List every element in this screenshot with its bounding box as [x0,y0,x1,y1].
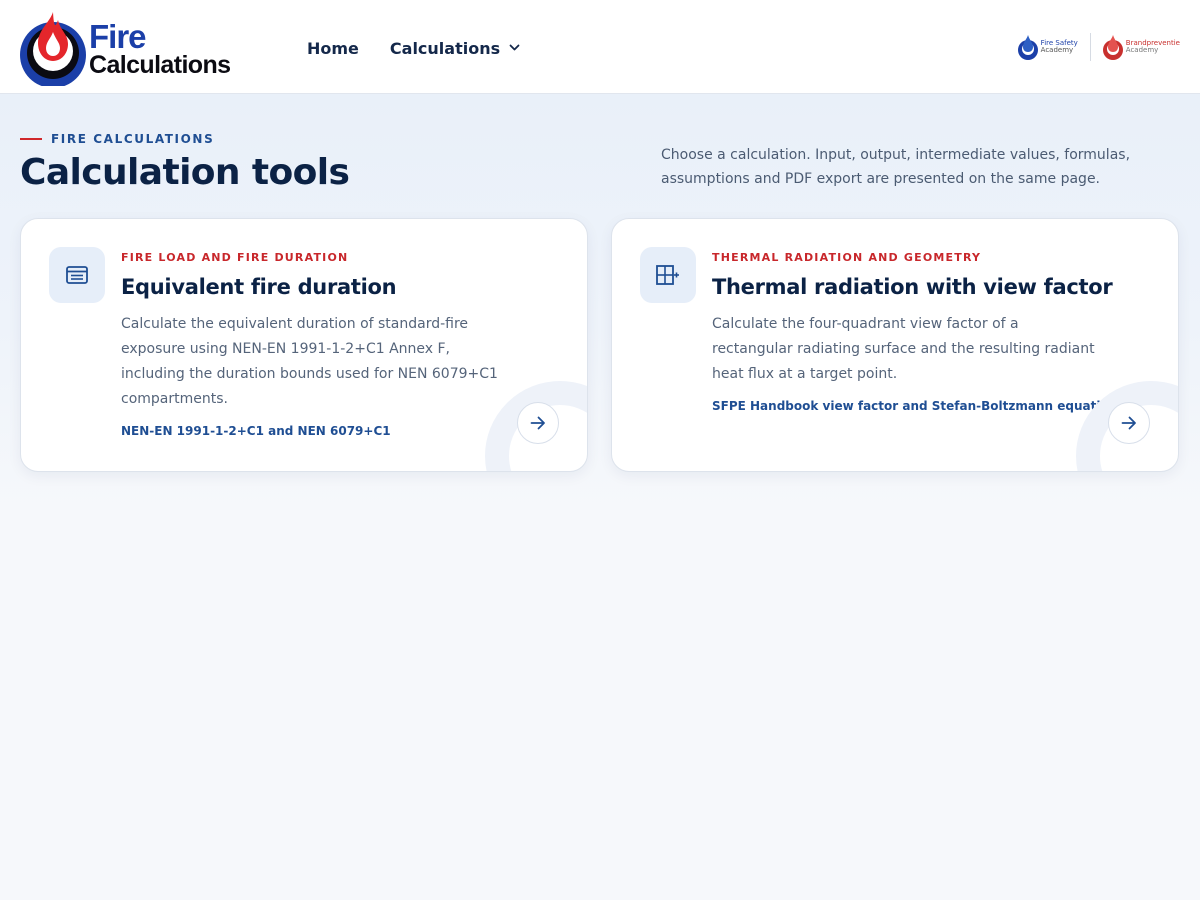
card-category: THERMAL RADIATION AND GEOMETRY [712,251,982,264]
site-header: Fire Calculations Home Calculations Fire… [0,0,1200,94]
eyebrow-accent-line [20,138,42,140]
card-description: Calculate the equivalent duration of sta… [121,316,498,407]
partner-divider [1089,33,1091,61]
partner-brandpreventie-academy[interactable]: Brandpreventie Academy [1102,34,1180,60]
nav-calculations[interactable]: Calculations [390,39,520,58]
partner-logos: Fire Safety Academy Brandpreventie Acade… [1017,32,1180,62]
partner-1-line-2: Academy [1040,46,1074,54]
table-icon [66,266,88,284]
card-category: FIRE LOAD AND FIRE DURATION [121,251,349,264]
card-reference: SFPE Handbook view factor and Stefan-Bol… [712,399,1118,413]
card-title: Equivalent fire duration [121,275,397,299]
logo-word-fire: Fire [89,18,147,55]
card-description: Calculate the four-quadrant view factor … [712,316,1095,382]
chevron-down-icon [509,44,520,51]
partner-fire-safety-academy[interactable]: Fire Safety Academy [1017,34,1078,60]
card-equivalent-fire-duration[interactable]: FIRE LOAD AND FIRE DURATION Equivalent f… [20,218,588,472]
fire-safety-academy-logo-icon [1017,35,1038,60]
card-icon-box [640,247,696,303]
card-icon-box [49,247,105,303]
site-logo[interactable]: Fire Calculations [20,10,240,86]
partner-2-line-2: Academy [1125,46,1159,54]
nav-home[interactable]: Home [307,39,359,58]
nav-calculations-label: Calculations [389,38,501,58]
brandpreventie-academy-logo-icon [1102,35,1123,60]
arrow-right-icon [530,416,545,430]
eyebrow-text: FIRE CALCULATIONS [51,132,215,146]
intro-text: Choose a calculation. Input, output, int… [661,147,1131,187]
logo-word-calculations: Calculations [89,51,231,79]
card-open-button[interactable] [1108,402,1150,444]
arrow-right-icon [1121,416,1136,430]
flame-logo-icon [20,12,86,86]
grid-plus-icon [656,265,679,285]
main-nav: Home Calculations [307,36,520,60]
card-reference: NEN-EN 1991-1-2+C1 and NEN 6079+C1 [121,424,391,438]
card-thermal-radiation-view-factor[interactable]: THERMAL RADIATION AND GEOMETRY Thermal r… [611,218,1179,472]
section-eyebrow: FIRE CALCULATIONS [20,132,214,146]
page-title: Calculation tools [20,152,350,193]
card-title: Thermal radiation with view factor [712,275,1113,299]
card-open-button[interactable] [517,402,559,444]
